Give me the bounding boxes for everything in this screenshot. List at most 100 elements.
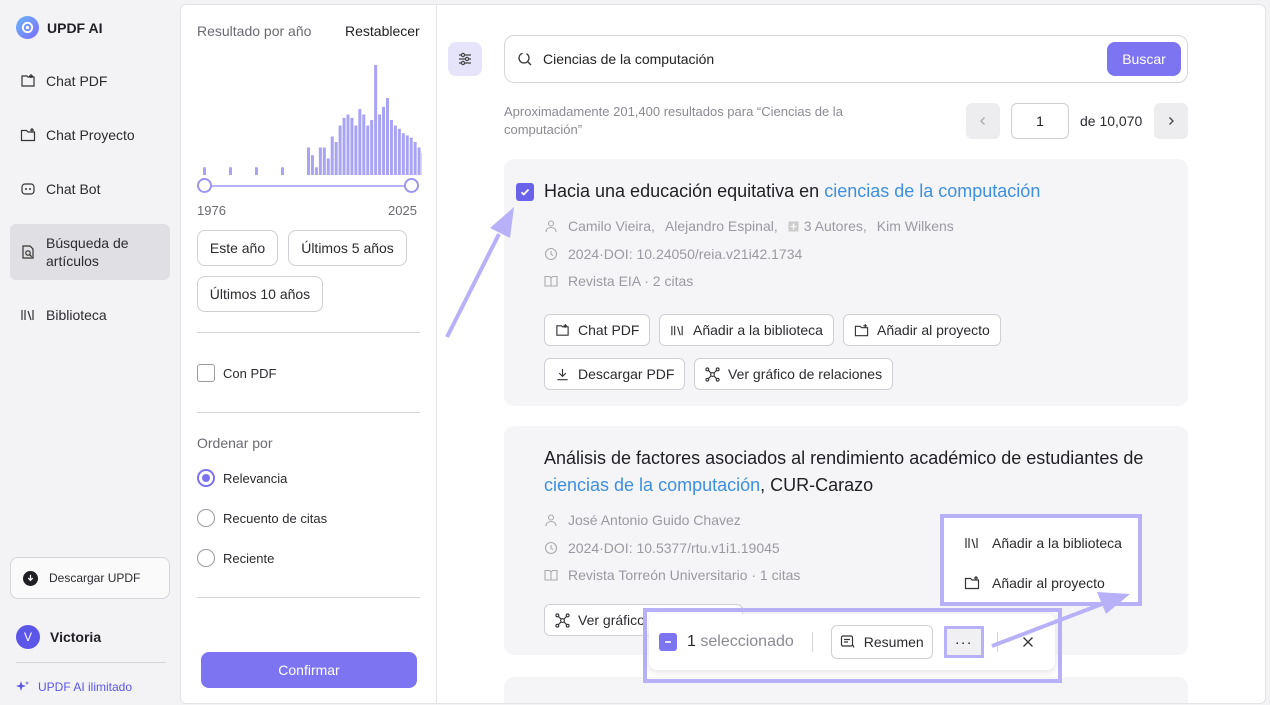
year-range-track[interactable]: [205, 185, 413, 187]
author[interactable]: Camilo Vieira,: [568, 218, 655, 234]
prev-page-button[interactable]: [966, 103, 1000, 139]
sidebar-item-chat-proyecto[interactable]: Chat Proyecto: [10, 115, 170, 155]
result-title[interactable]: Análisis de factores asociados al rendim…: [544, 445, 1144, 499]
year-range-min-handle[interactable]: [197, 178, 212, 193]
add-to-library-button[interactable]: Añadir a la biblioteca: [659, 314, 834, 346]
more-actions-button[interactable]: ···: [943, 626, 984, 658]
histogram-bar: [346, 114, 350, 175]
with-pdf-checkbox[interactable]: [197, 364, 215, 382]
book-icon: [544, 275, 558, 287]
sidebar-item-chat-pdf[interactable]: Chat PDF: [10, 61, 170, 101]
search-button[interactable]: Buscar: [1107, 42, 1181, 76]
confirm-button[interactable]: Confirmar: [201, 652, 417, 688]
clock-icon: [544, 247, 558, 261]
histogram-bar: [362, 114, 366, 175]
chat-pdf-button[interactable]: Chat PDF: [544, 314, 651, 346]
sidebar: UPDF AI Chat PDF Chat Proyecto Chat Bot …: [0, 0, 180, 705]
author[interactable]: Alejandro Espinal,: [665, 218, 778, 234]
search-bar: Buscar: [504, 35, 1188, 83]
histogram-bar: [417, 147, 421, 175]
selection-label: seleccionado: [700, 633, 794, 650]
sort-radio-relevancia[interactable]: [197, 469, 215, 487]
page-total: de 10,070: [1080, 113, 1143, 129]
filter-toggle-button[interactable]: [448, 42, 482, 76]
year-histogram: [203, 65, 422, 175]
histogram-bar: [281, 167, 284, 175]
divider: [197, 412, 420, 413]
result-title[interactable]: Hacia una educación equitativa en cienci…: [544, 178, 1164, 205]
summary-button[interactable]: Resumen: [830, 625, 933, 659]
sort-radio-reciente[interactable]: [197, 549, 215, 567]
result-venue: Revista Torreón Universitario · 1 citas: [544, 567, 800, 583]
histogram-bar: [413, 142, 417, 175]
divider: [996, 632, 998, 652]
divider: [16, 662, 166, 663]
venue-text: Revista Torreón Universitario · 1 citas: [568, 567, 801, 583]
histogram-bar: [366, 125, 370, 175]
author[interactable]: Kim Wilkens: [877, 218, 954, 234]
download-icon: [557, 368, 568, 380]
menu-item-label: Añadir a la biblioteca: [992, 535, 1122, 551]
histogram-bar: [310, 155, 314, 175]
chip-este-ano[interactable]: Este año: [197, 230, 278, 266]
result-authors: Camilo Vieira, Alejandro Espinal, 3 Auto…: [544, 218, 954, 234]
reset-button[interactable]: Restablecer: [345, 23, 420, 39]
histogram-bar: [405, 135, 409, 175]
relations-graph-button[interactable]: Ver gráfico de relaciones: [694, 358, 894, 390]
histogram-bar: [255, 167, 258, 175]
sort-label-recuento-citas: Recuento de citas: [223, 511, 328, 526]
button-label: Añadir a la biblioteca: [693, 322, 823, 338]
sidebar-item-chat-bot[interactable]: Chat Bot: [10, 169, 170, 209]
graph-icon: [705, 366, 720, 382]
histogram-bar: [393, 125, 397, 175]
more-authors[interactable]: 3 Autores,: [788, 218, 867, 234]
histogram-bar: [370, 120, 374, 175]
sort-radio-recuento-citas[interactable]: [197, 509, 215, 527]
app-logo[interactable]: UPDF AI: [16, 16, 102, 39]
histogram-bar: [378, 114, 382, 175]
next-page-button[interactable]: [1154, 103, 1188, 139]
year-range-max-handle[interactable]: [404, 178, 419, 193]
histogram-bar: [314, 167, 318, 175]
user-profile[interactable]: V Victoria: [16, 625, 101, 649]
unlimited-link[interactable]: UPDF AI ilimitado: [16, 680, 132, 694]
plus-box-icon: [788, 221, 799, 231]
divider: [811, 632, 813, 652]
divider: [197, 597, 420, 598]
sidebar-item-biblioteca[interactable]: Biblioteca: [10, 295, 170, 335]
histogram-bar: [322, 147, 326, 175]
add-to-project-button[interactable]: Añadir al proyecto: [843, 314, 1001, 346]
button-label: Añadir al proyecto: [877, 322, 990, 338]
close-icon: [1022, 637, 1033, 647]
button-label: Descargar PDF: [578, 366, 675, 382]
download-updf-button[interactable]: Descargar UPDF: [10, 557, 170, 599]
page-input[interactable]: [1011, 103, 1069, 139]
menu-item-add-to-project[interactable]: Añadir al proyecto: [944, 563, 1138, 603]
author[interactable]: José Antonio Guido Chavez: [568, 512, 741, 528]
chevron-left-icon: [980, 117, 985, 125]
sort-label-reciente: Reciente: [223, 551, 275, 566]
close-selection-button[interactable]: [1022, 636, 1034, 648]
sidebar-item-busqueda-articulos[interactable]: Búsqueda de artículos: [10, 224, 170, 280]
menu-item-label: Añadir al proyecto: [992, 575, 1105, 591]
chip-ultimos-5-anos[interactable]: Últimos 5 años: [288, 230, 407, 266]
title-highlight: ciencias de la computación: [824, 181, 1041, 201]
download-label: Descargar UPDF: [49, 571, 141, 585]
menu-item-add-to-library[interactable]: Añadir a la biblioteca: [944, 523, 1138, 563]
histogram-bar: [318, 147, 322, 175]
filter-panel: Resultado por año Restablecer 1976 2025 …: [180, 4, 437, 704]
download-pdf-button[interactable]: Descargar PDF: [544, 358, 686, 390]
article-search-icon: [22, 245, 34, 259]
histogram-bar: [397, 128, 401, 175]
title-text: Hacia una educación equitativa en: [544, 181, 825, 201]
search-input[interactable]: [543, 51, 1093, 67]
year-filter-title: Resultado por año: [197, 23, 312, 39]
selection-count: 1 seleccionado: [687, 633, 794, 651]
bot-icon: [21, 183, 35, 195]
histogram-bar: [342, 117, 346, 175]
result-checkbox[interactable]: [516, 183, 534, 201]
deselect-all-checkbox[interactable]: [659, 633, 677, 651]
avatar: V: [16, 625, 40, 649]
chip-ultimos-10-anos[interactable]: Últimos 10 años: [197, 276, 323, 312]
histogram-bar: [358, 109, 362, 175]
